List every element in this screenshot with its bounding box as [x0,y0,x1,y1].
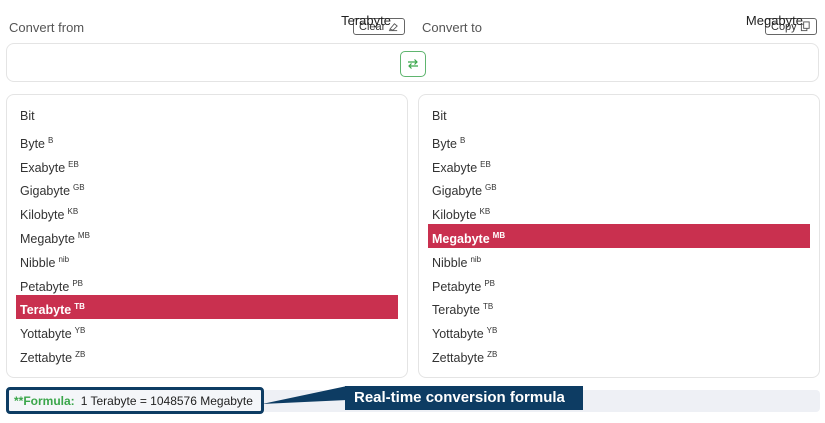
unit-option-abbr: GB [73,183,85,193]
unit-option-abbr: EB [68,159,79,169]
unit-option[interactable]: Byte B [16,129,398,153]
unit-option-name: Yottabyte [432,327,484,342]
unit-option-name: Zettabyte [20,350,73,365]
unit-option-name: Bit [432,109,447,123]
unit-option-name: Petabyte [432,279,482,294]
convert-to-label: Convert to [422,20,482,35]
from-unit-list: Bit Byte B Exabyte EB Gigabyte GB Kilobyte KB Meg… [16,105,398,367]
unit-option-abbr: ZB [487,349,498,359]
unit-option-name: Kilobyte [20,208,65,223]
unit-option[interactable]: Kilobyte KB [428,200,810,224]
unit-option[interactable]: Yottabyte YB [16,319,398,343]
unit-option-abbr: YB [74,326,86,336]
unit-option-abbr: PB [484,278,496,288]
unit-option-name: Nibble [432,255,468,270]
callout-pointer [262,386,347,404]
annotation-callout: Real-time conversion formula [345,386,583,410]
to-unit-list: Bit Byte B Exabyte EB Gigabyte GB Kilobyte KB Meg… [428,105,810,367]
unit-option[interactable]: Exabyte EB [428,153,810,177]
unit-option-abbr: nib [470,254,482,264]
unit-option[interactable]: Bit [428,105,810,129]
unit-option[interactable]: Terabyte TB [16,295,398,320]
unit-option-name: Gigabyte [20,184,71,199]
unit-option-name: Terabyte [432,303,480,318]
unit-option-name: Megabyte [20,231,75,246]
unit-option-name: Exabyte [20,160,66,175]
unit-option-abbr: MB [492,230,506,240]
unit-option-abbr: TB [482,302,494,312]
formula-box: **Formula: 1 Terabyte = 1048576 Megabyte [6,387,264,414]
swap-arrows-icon [408,59,418,69]
unit-option-name: Terabyte [20,303,72,318]
unit-option-name: Bit [20,109,35,123]
unit-option-abbr: ZB [75,349,86,359]
unit-option-abbr: MB [77,230,90,240]
from-unit-panel: Bit Byte B Exabyte EB Gigabyte GB Kilobyte KB Meg… [6,94,408,378]
unit-option-name: Byte [432,136,458,151]
unit-option-name: Nibble [20,255,56,270]
unit-option-abbr: EB [480,159,491,169]
unit-option-abbr: B [460,135,466,145]
unit-option-name: Gigabyte [432,184,483,199]
unit-option-abbr: TB [74,302,85,312]
unit-option[interactable]: Petabyte PB [428,272,810,296]
unit-option[interactable]: Megabyte MB [16,224,398,248]
from-unit-display: Terabyte [341,13,391,28]
unit-option[interactable]: Byte B [428,129,810,153]
unit-option-name: Exabyte [432,160,478,175]
unit-option[interactable]: Bit [16,105,398,129]
unit-option[interactable]: Gigabyte GB [16,176,398,200]
unit-option-abbr: YB [486,326,498,336]
unit-option[interactable]: Nibble nib [16,248,398,272]
unit-option[interactable]: Zettabyte ZB [428,343,810,367]
unit-option-name: Kilobyte [432,208,477,223]
unit-option-name: Yottabyte [20,327,72,342]
unit-option[interactable]: Gigabyte GB [428,176,810,200]
unit-option-name: Zettabyte [432,350,485,365]
swap-button[interactable] [400,51,426,77]
unit-option[interactable]: Megabyte MB [428,223,810,248]
formula-label: **Formula: [14,393,75,408]
unit-option-abbr: KB [479,207,491,217]
unit-option-name: Byte [20,136,46,151]
unit-option[interactable]: Zettabyte ZB [16,343,398,367]
to-unit-display: Megabyte [745,13,803,28]
unit-option-abbr: PB [72,278,84,288]
to-unit-panel: Bit Byte B Exabyte EB Gigabyte GB Kilobyte KB Meg… [418,94,820,378]
unit-option-abbr: B [48,135,54,145]
unit-option[interactable]: Terabyte TB [428,295,810,319]
unit-option[interactable]: Exabyte EB [16,153,398,177]
convert-from-label: Convert from [9,20,85,35]
unit-option[interactable]: Kilobyte KB [16,200,398,224]
unit-option[interactable]: Nibble nib [428,248,810,272]
formula-text: 1 Terabyte = 1048576 Megabyte [80,393,253,408]
unit-option[interactable]: Petabyte PB [16,272,398,296]
unit-option-abbr: nib [58,254,70,264]
unit-option[interactable]: Yottabyte YB [428,319,810,343]
unit-option-name: Petabyte [20,279,70,294]
unit-option-name: Megabyte [432,231,490,246]
unit-option-abbr: GB [485,183,497,193]
unit-option-abbr: KB [67,207,79,217]
